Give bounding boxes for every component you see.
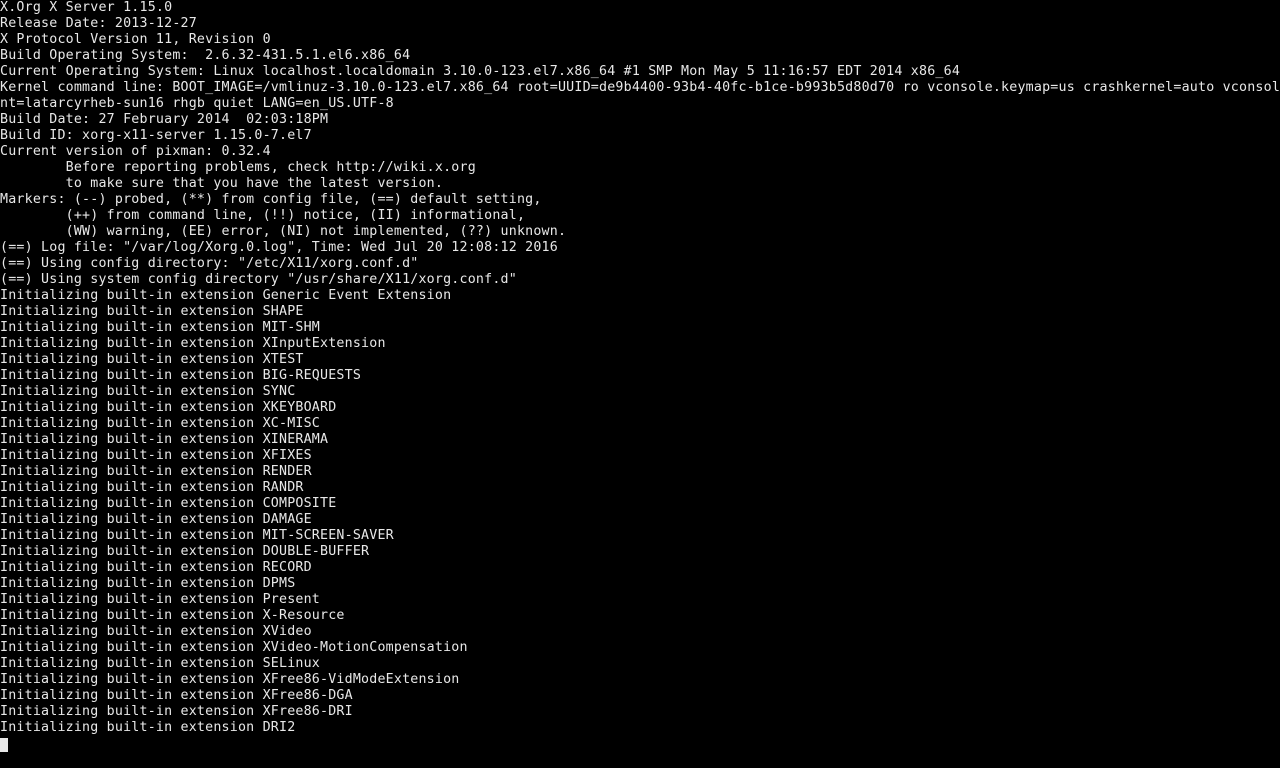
line-kernel-cmd-1: Kernel command line: BOOT_IMAGE=/vmlinuz… [0,80,1280,95]
line-protocol: X Protocol Version 11, Revision 0 [0,32,271,47]
line-pixman: Current version of pixman: 0.32.4 [0,144,271,159]
line-kernel-cmd-2: nt=latarcyrheb-sun16 rhgb quiet LANG=en_… [0,96,394,111]
line-server: X.Org X Server 1.15.0 [0,0,172,15]
line-config-dir: (==) Using config directory: "/etc/X11/x… [0,256,418,271]
line-build-os: Build Operating System: 2.6.32-431.5.1.e… [0,48,410,63]
line-advice-2: to make sure that you have the latest ve… [0,176,443,191]
text-cursor [0,738,8,752]
line-advice-1: Before reporting problems, check http://… [0,160,476,175]
line-current-os: Current Operating System: Linux localhos… [0,64,960,79]
line-logfile: (==) Log file: "/var/log/Xorg.0.log", Ti… [0,240,558,255]
extension-init-lines: Initializing built-in extension Generic … [0,288,468,735]
xorg-console-output: X.Org X Server 1.15.0 Release Date: 2013… [0,0,1280,752]
line-markers-1: Markers: (--) probed, (**) from config f… [0,192,542,207]
line-release-date: Release Date: 2013-12-27 [0,16,197,31]
line-build-id: Build ID: xorg-x11-server 1.15.0-7.el7 [0,128,312,143]
line-sys-config-dir: (==) Using system config directory "/usr… [0,272,517,287]
line-build-date: Build Date: 27 February 2014 02:03:18PM [0,112,328,127]
line-markers-3: (WW) warning, (EE) error, (NI) not imple… [0,224,566,239]
line-markers-2: (++) from command line, (!!) notice, (II… [0,208,525,223]
